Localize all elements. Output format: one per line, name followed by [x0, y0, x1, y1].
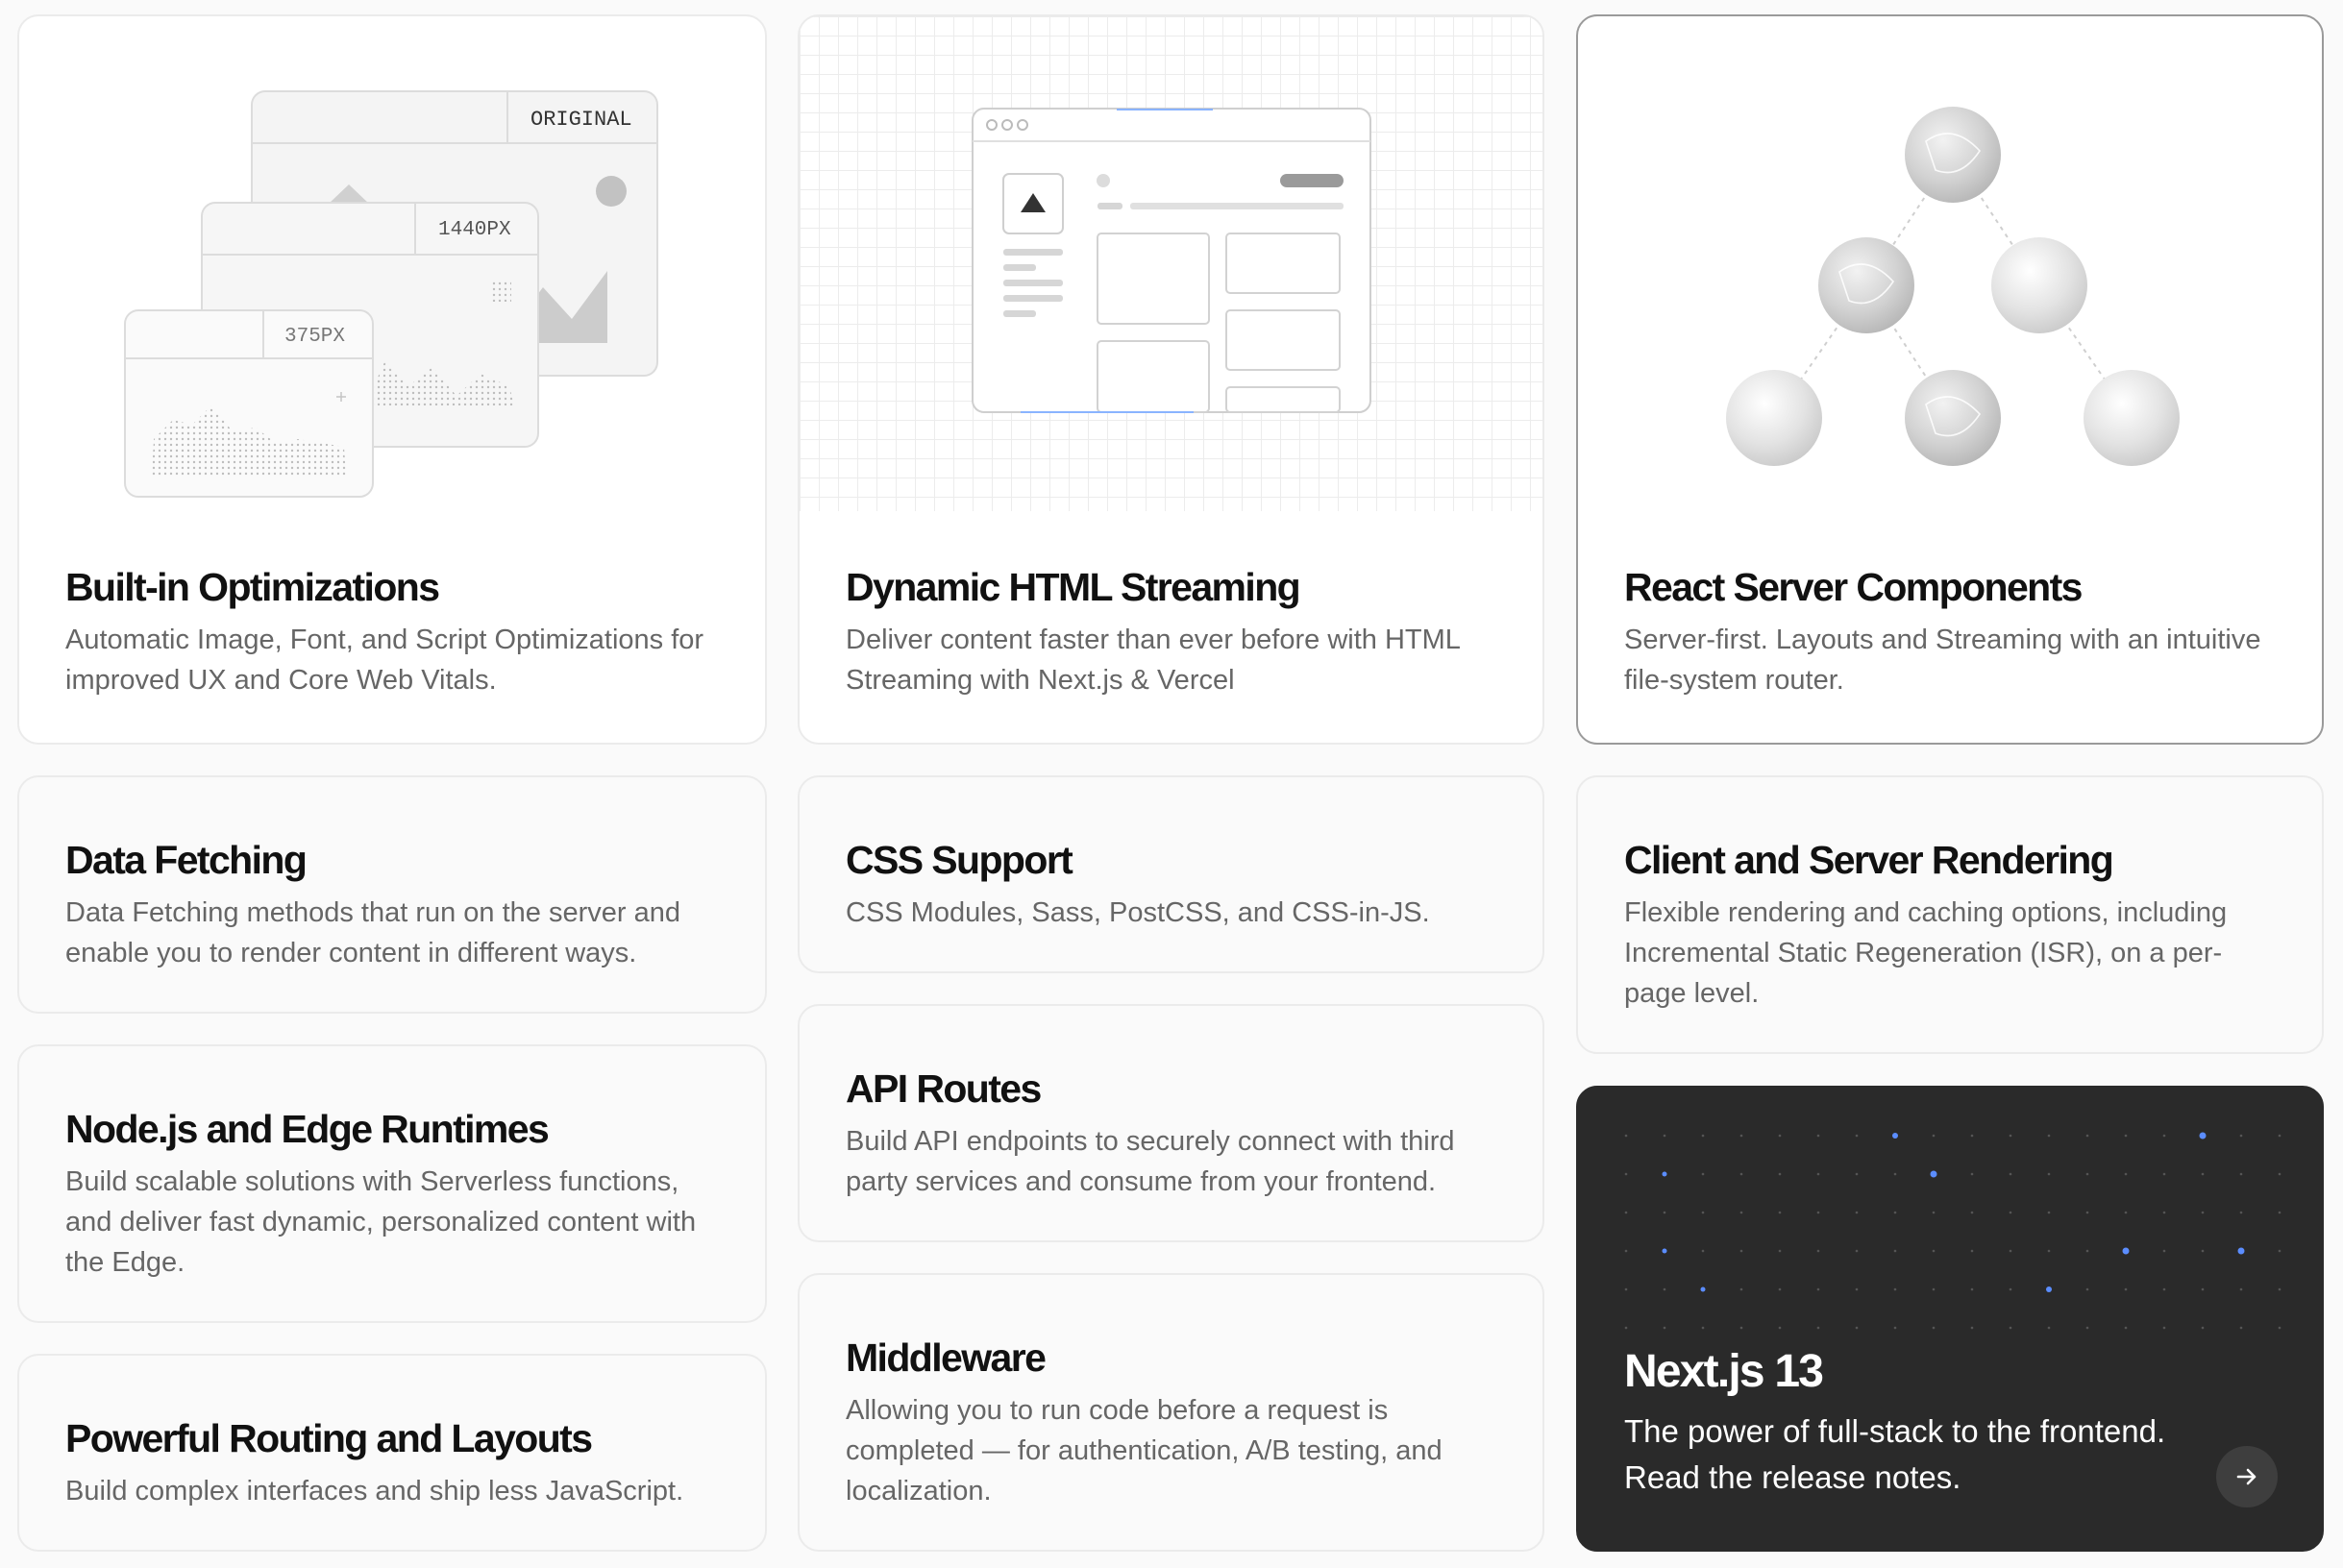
- card-description: Data Fetching methods that run on the se…: [65, 897, 680, 968]
- card-description: Server-first. Layouts and Streaming with…: [1624, 625, 2261, 696]
- card-css-support[interactable]: CSS Support CSS Modules, Sass, PostCSS, …: [798, 775, 1544, 973]
- card-react-server-components[interactable]: React Server Components Server-first. La…: [1576, 14, 2324, 745]
- card-title: Client and Server Rendering: [1624, 838, 2114, 882]
- html-streaming-illustration: [800, 16, 1542, 511]
- starfield-dots: [1616, 1126, 2289, 1347]
- card-nextjs-13-release[interactable]: Next.js 13 The power of full-stack to th…: [1576, 1086, 2324, 1552]
- card-title: Middleware: [846, 1335, 1047, 1380]
- card-dynamic-html-streaming[interactable]: Dynamic HTML Streaming Deliver content f…: [798, 14, 1544, 745]
- card-description: Flexible rendering and caching options, …: [1624, 897, 2228, 1009]
- card-title: Powerful Routing and Layouts: [65, 1416, 593, 1460]
- 375px-size-label: 375PX: [284, 326, 346, 348]
- card-data-fetching[interactable]: Data Fetching Data Fetching methods that…: [17, 775, 767, 1014]
- card-built-in-optimizations[interactable]: ORIGINAL 1440PX 375PX Built-in Optimizat…: [17, 14, 767, 745]
- card-title: Node.js and Edge Runtimes: [65, 1107, 550, 1151]
- card-api-routes[interactable]: API Routes Build API endpoints to secure…: [798, 1004, 1544, 1242]
- card-title: Data Fetching: [65, 838, 308, 882]
- release-notes-button[interactable]: [2216, 1446, 2278, 1507]
- release-description: The power of full-stack to the frontend.…: [1624, 1413, 2166, 1495]
- card-description: CSS Modules, Sass, PostCSS, and CSS-in-J…: [846, 897, 1430, 928]
- release-title: Next.js 13: [1624, 1346, 1824, 1397]
- card-description: Build API endpoints to securely connect …: [846, 1126, 1455, 1197]
- card-title: Dynamic HTML Streaming: [846, 565, 1301, 609]
- card-title: React Server Components: [1624, 565, 2083, 609]
- card-title: Built-in Optimizations: [65, 565, 440, 609]
- original-size-label: ORIGINAL: [530, 108, 632, 132]
- card-title: API Routes: [846, 1066, 1042, 1111]
- card-powerful-routing-and-layouts[interactable]: Powerful Routing and Layouts Build compl…: [17, 1354, 767, 1552]
- card-description: Build complex interfaces and ship less J…: [65, 1476, 684, 1507]
- card-middleware[interactable]: Middleware Allowing you to run code befo…: [798, 1273, 1544, 1552]
- card-client-and-server-rendering[interactable]: Client and Server Rendering Flexible ren…: [1576, 775, 2324, 1054]
- component-tree-illustration: [1578, 16, 2322, 516]
- card-description: Automatic Image, Font, and Script Optimi…: [65, 625, 704, 696]
- card-description: Build scalable solutions with Serverless…: [65, 1166, 697, 1278]
- image-optimization-illustration: ORIGINAL 1440PX 375PX: [19, 16, 765, 516]
- card-nodejs-and-edge-runtimes[interactable]: Node.js and Edge Runtimes Build scalable…: [17, 1044, 767, 1323]
- 1440px-size-label: 1440PX: [438, 219, 511, 241]
- card-title: CSS Support: [846, 838, 1073, 882]
- card-description: Deliver content faster than ever before …: [846, 625, 1460, 696]
- card-description: Allowing you to run code before a reques…: [846, 1395, 1443, 1507]
- arrow-right-icon: [2236, 1468, 2257, 1485]
